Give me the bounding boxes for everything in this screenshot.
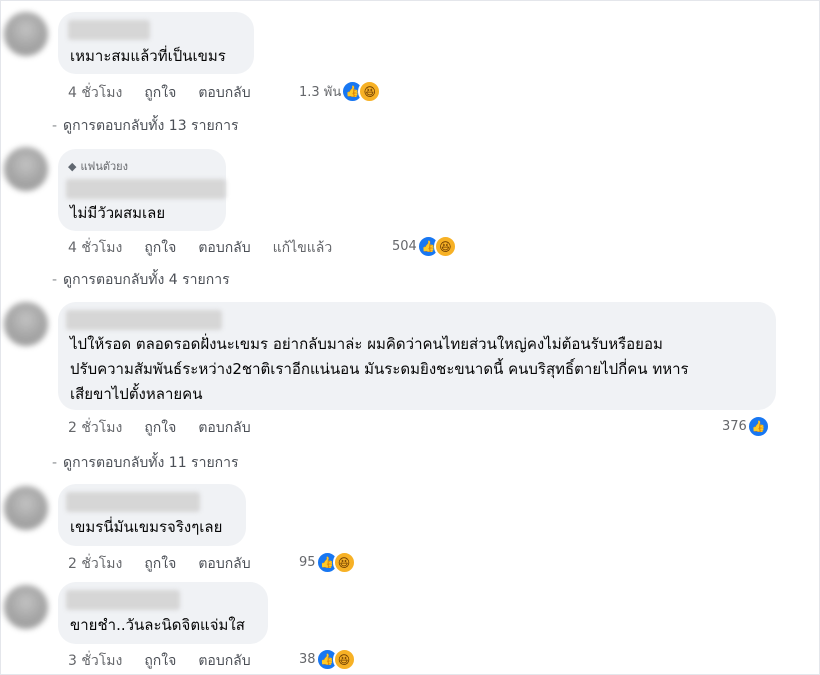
comment-text: เขมรนี่มันเขมรจริงๆเลย [70,518,223,536]
view-replies-link[interactable]: - ดูการตอบกลับทั้ง 4 รายการ [52,269,230,291]
reply-button[interactable]: ตอบกลับ [198,237,250,259]
author-name[interactable] [66,310,222,330]
edited-label[interactable]: แก้ไขแล้ว [273,237,333,259]
reaction-summary[interactable]: 1.3 พัน 👍 😆 [299,80,382,103]
like-button[interactable]: ถูกใจ [144,650,176,672]
author-name[interactable] [66,179,226,199]
avatar[interactable] [4,585,48,629]
diamond-icon: ◆ [68,159,77,173]
reaction-summary[interactable]: 95 👍 😆 [299,551,356,574]
reaction-summary[interactable]: 376 👍 [722,415,770,438]
haha-icon: 😆 [433,235,457,258]
avatar[interactable] [4,302,48,346]
comment-actions: 2 ชั่วโมง ถูกใจ ตอบกลับ [68,553,273,575]
comment-bubble: ไปให้รอด ตลอดรอดฝั่งนะเขมร อย่ากลับมาล่ะ… [58,302,776,410]
comment-bubble: ◆ แฟนตัวยง ไม่มีวัวผสมเลย [58,149,226,231]
comment-text-line: ไปให้รอด ตลอดรอดฝั่งนะเขมร อย่ากลับมาล่ะ… [70,335,663,353]
like-button[interactable]: ถูกใจ [144,237,176,259]
author-name[interactable] [68,20,150,40]
reaction-summary[interactable]: 504 👍 😆 [392,235,457,258]
reply-button[interactable]: ตอบกลับ [198,650,250,672]
timestamp[interactable]: 2 ชั่วโมง [68,553,122,575]
reply-connector: - [52,455,58,471]
reply-connector: - [52,272,58,288]
timestamp[interactable]: 4 ชั่วโมง [68,237,122,259]
reply-button[interactable]: ตอบกลับ [198,553,250,575]
avatar[interactable] [4,12,48,56]
view-replies-link[interactable]: - ดูการตอบกลับทั้ง 11 รายการ [52,452,239,474]
reaction-summary[interactable]: 38 👍 😆 [299,648,356,671]
timestamp[interactable]: 3 ชั่วโมง [68,650,122,672]
reaction-count: 95 [299,555,316,570]
timestamp[interactable]: 2 ชั่วโมง [68,417,122,439]
reaction-count: 1.3 พัน [299,85,342,100]
fan-badge: ◆ แฟนตัวยง [68,157,128,175]
comment-actions: 4 ชั่วโมง ถูกใจ ตอบกลับ [68,82,273,104]
comment-actions: 4 ชั่วโมง ถูกใจ ตอบกลับ แก้ไขแล้ว [68,237,354,259]
haha-icon: 😆 [358,80,382,103]
author-name[interactable] [66,590,180,610]
comment-bubble: เขมรนี่มันเขมรจริงๆเลย [58,484,246,546]
like-icon: 👍 [746,415,770,438]
view-replies-label: ดูการตอบกลับทั้ง 13 รายการ [63,118,239,134]
comment-text: ขายชำ..วันละนิดจิตแจ่มใส [70,616,245,634]
reply-connector: - [52,118,58,134]
fan-badge-label: แฟนตัวยง [80,160,129,173]
haha-icon: 😆 [332,551,356,574]
comment-actions: 3 ชั่วโมง ถูกใจ ตอบกลับ [68,650,273,672]
view-replies-label: ดูการตอบกลับทั้ง 11 รายการ [63,455,239,471]
timestamp[interactable]: 4 ชั่วโมง [68,82,122,104]
avatar[interactable] [4,147,48,191]
reply-button[interactable]: ตอบกลับ [198,82,250,104]
haha-icon: 😆 [332,648,356,671]
like-button[interactable]: ถูกใจ [144,82,176,104]
reaction-count: 504 [392,239,417,254]
reaction-count: 376 [722,419,747,434]
comment-text: เหมาะสมแล้วที่เป็นเขมร [70,47,226,65]
comment-bubble: ขายชำ..วันละนิดจิตแจ่มใส [58,582,268,644]
comment-actions: 2 ชั่วโมง ถูกใจ ตอบกลับ [68,417,273,439]
like-button[interactable]: ถูกใจ [144,553,176,575]
avatar[interactable] [4,486,48,530]
view-replies-link[interactable]: - ดูการตอบกลับทั้ง 13 รายการ [52,115,239,137]
reaction-count: 38 [299,652,316,667]
view-replies-label: ดูการตอบกลับทั้ง 4 รายการ [63,272,230,288]
comment-bubble: เหมาะสมแล้วที่เป็นเขมร [58,12,254,74]
comment-text-line: เสียขาไปตั้งหลายคน [70,385,203,403]
author-name[interactable] [66,492,200,512]
comment-text-line: ปรับความสัมพันธ์ระหว่าง2ชาติเราอีกแน่นอน… [70,360,689,378]
like-button[interactable]: ถูกใจ [144,417,176,439]
comment-text: ไม่มีวัวผสมเลย [70,204,166,222]
reply-button[interactable]: ตอบกลับ [198,417,250,439]
